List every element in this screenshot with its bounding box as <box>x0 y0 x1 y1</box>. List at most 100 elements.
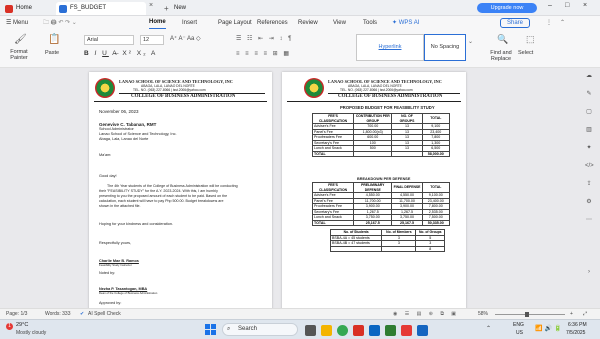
sidebar-ai-icon[interactable]: ✦ <box>585 144 593 152</box>
tab-document[interactable]: FS_BUDGET PROPOSAL(1)(1)... <box>56 2 146 24</box>
table-cell: TOTAL <box>311 219 355 226</box>
page-1[interactable]: LANAO SCHOOL OF SCIENCE AND TECHNOLOGY, … <box>89 72 272 308</box>
alignment-icons[interactable]: ≡ ≡ ≡ ≡ ⊞ ▦ <box>236 50 291 57</box>
chrome-icon[interactable] <box>337 325 348 336</box>
school-tel: TEL. NO. (063) 227-8066 | lsst.2006@yaho… <box>340 88 413 92</box>
recipient-school: Lanao School of Science and Technology, … <box>99 132 177 136</box>
closing-hope: Hoping for your kindness and considerati… <box>99 222 174 226</box>
tray-icons[interactable]: 📶🔊🔋 <box>535 325 563 332</box>
table-cell: TOTAL <box>311 150 355 157</box>
language-region[interactable]: US <box>516 330 523 336</box>
greeting: Good day! <box>99 174 117 178</box>
wps-ai-button[interactable]: ✦ WPS AI <box>392 16 419 30</box>
app-red-icon[interactable] <box>401 325 412 336</box>
sidebar-share-icon[interactable]: ⇪ <box>585 180 593 188</box>
close-tab-icon[interactable]: × <box>149 2 153 9</box>
table-header-cell: FINAL DEFENSE <box>391 182 423 193</box>
font-name-select[interactable]: Arial <box>84 35 134 45</box>
minimize-icon[interactable]: – <box>548 2 552 9</box>
wps-office-icon[interactable] <box>353 325 364 336</box>
maximize-icon[interactable]: □ <box>565 2 569 9</box>
edge-icon[interactable] <box>369 325 380 336</box>
table-cell: 25,167.5 <box>391 219 423 226</box>
style-hyperlink[interactable]: Hyperlink <box>356 34 424 61</box>
more-options-icon[interactable]: ⋮ <box>546 16 552 30</box>
clock-date[interactable]: 7/5/2025 <box>566 330 585 336</box>
sidebar-shape-icon[interactable]: ▢ <box>585 108 593 116</box>
menu-review[interactable]: Review <box>298 16 318 30</box>
paste-icon: 📋 <box>48 34 61 45</box>
table-row: TOTAL 25,167.5 25,167.5 50,335.00 <box>311 219 451 226</box>
styles-expand-icon[interactable]: ⌄ <box>468 38 473 45</box>
recipient-title: School Administrator <box>99 127 134 131</box>
tab-home-label: Home <box>16 5 33 11</box>
page-2[interactable]: LANAO SCHOOL OF SCIENCE AND TECHNOLOGY, … <box>282 72 466 308</box>
menu-view[interactable]: View <box>333 16 346 30</box>
paste-button[interactable]: Paste <box>45 50 59 56</box>
budget-table: FEE'S CLASSIFICATION CONTRIBUTION PER GRO… <box>311 113 451 157</box>
close-window-icon[interactable]: × <box>583 2 587 9</box>
sidebar-style-icon[interactable]: ✎ <box>585 90 593 98</box>
table-cell <box>381 245 417 252</box>
table-header-cell: No. of Members <box>381 229 417 236</box>
weather-desc[interactable]: Mostly cloudy <box>16 330 46 336</box>
font-size-select[interactable]: 12 <box>140 35 164 45</box>
school-logo-icon <box>95 78 115 98</box>
format-painter-button[interactable]: Format Painter <box>5 49 33 61</box>
hamburger-menu-button[interactable]: ☰ Menu <box>6 16 28 30</box>
letter-date: November 06, 2023 <box>99 109 139 114</box>
list-format-icons[interactable]: ☰ ☷ ⇤ ⇥ ↕ ¶ <box>236 35 293 42</box>
sidebar-code-icon[interactable]: </> <box>585 162 594 170</box>
upgrade-button[interactable]: Upgrade now <box>477 3 537 13</box>
sidebar-settings-icon[interactable]: ⚙ <box>585 198 593 206</box>
menu-tools[interactable]: Tools <box>363 16 377 30</box>
windows-start-icon[interactable] <box>205 324 216 335</box>
taskbar-search-input[interactable]: ⌕ Search <box>222 323 298 336</box>
zoom-slider[interactable] <box>495 314 565 315</box>
sidebar-expand-icon[interactable]: › <box>585 268 593 276</box>
sidebar-cloud-icon[interactable]: ☁ <box>585 72 593 80</box>
zoom-slider-thumb[interactable] <box>525 312 529 317</box>
sidebar-chart-icon[interactable]: ▥ <box>585 126 593 134</box>
clock-time[interactable]: 6:36 PM <box>568 322 587 328</box>
file-explorer-icon[interactable] <box>321 325 332 336</box>
weather-temp[interactable]: 29°C <box>16 322 28 328</box>
new-tab-button[interactable]: + New <box>160 2 196 15</box>
collapse-ribbon-icon[interactable]: ⌃ <box>560 16 565 30</box>
table-header-cell: CONTRIBUTION PER GROUP <box>353 113 393 124</box>
approved-by: Approved by: <box>99 301 122 305</box>
sidebar-more-icon[interactable]: ⋯ <box>585 216 593 224</box>
tab-home[interactable]: Home <box>2 2 54 15</box>
search-icon: ⌕ <box>227 326 231 332</box>
menu-page-layout[interactable]: Page Layout <box>218 16 252 30</box>
language-indicator[interactable]: ENG <box>513 322 524 328</box>
body-line-4: calculation, each student will have to p… <box>99 199 224 203</box>
table-header-cell: PRELIMINARY DEFENSE <box>353 182 393 193</box>
word-icon[interactable] <box>417 325 428 336</box>
quick-access-icons[interactable]: 🗀 🖨 ↶ ↷ ⌄ <box>43 16 77 30</box>
menu-references[interactable]: References <box>257 16 288 30</box>
task-view-icon[interactable] <box>305 325 316 336</box>
font-size-adjust-icons[interactable]: A⁺ A⁻ Aa ◇ <box>170 35 201 42</box>
table-row: TOTAL 58,000.00 <box>311 150 451 157</box>
writer-doc-icon <box>59 5 67 13</box>
recipient-address: Abaga, Lala, Lanao del Norte <box>99 137 149 141</box>
menu-insert[interactable]: Insert <box>182 16 197 30</box>
table-cell: 50,335.00 <box>421 219 451 226</box>
table-header-cell: TOTAL <box>421 113 451 124</box>
tray-overflow-icon[interactable]: ⌃ <box>486 325 491 332</box>
students-table: No. of Students No. of Members No. of Grou… <box>329 229 445 252</box>
menu-label: Menu <box>13 20 29 26</box>
menu-home[interactable]: Home <box>149 16 166 29</box>
select-button[interactable]: Select <box>518 50 533 56</box>
table-cell <box>391 150 423 157</box>
menu-bar: ☰ Menu 🗀 🖨 ↶ ↷ ⌄ Home Insert Page Layout… <box>0 16 600 30</box>
share-button[interactable]: Share <box>500 18 530 28</box>
app-icon[interactable] <box>385 325 396 336</box>
table-header-cell: TOTAL <box>421 182 451 193</box>
find-replace-button[interactable]: Find and Replace <box>486 50 516 62</box>
style-no-spacing[interactable]: No Spacing <box>424 34 466 61</box>
search-label: Search <box>238 326 258 332</box>
text-format-icons[interactable]: B I U A̶ X² X₂ A <box>84 50 157 57</box>
noted-by: Noted by: <box>99 271 116 275</box>
